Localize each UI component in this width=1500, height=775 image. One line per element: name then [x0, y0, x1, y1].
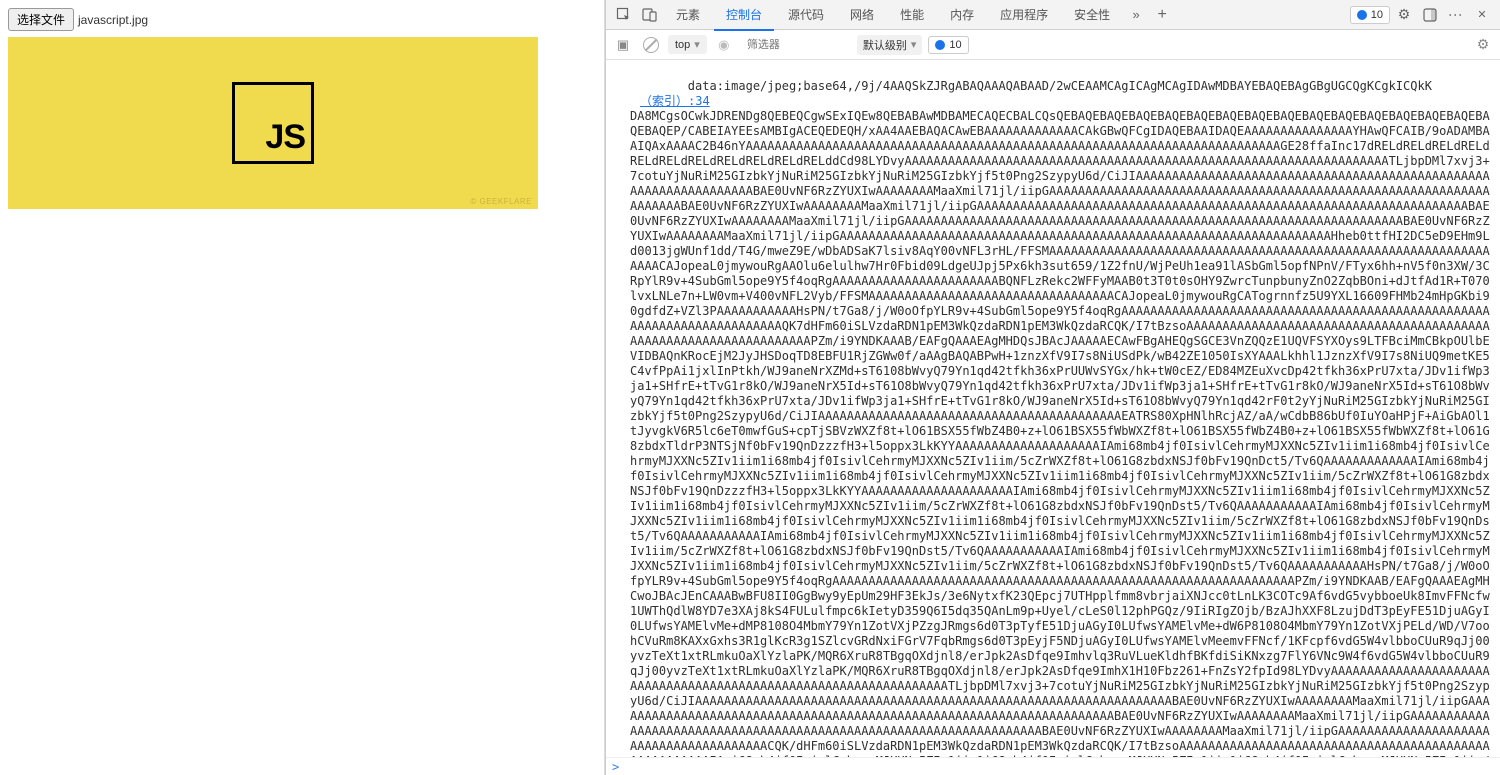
more-tabs-icon[interactable]: [1124, 3, 1148, 27]
close-devtools-icon[interactable]: [1470, 3, 1494, 27]
log-level-selector[interactable]: 默认级别: [857, 35, 923, 55]
log-text-body: DA8MCgsOCwkJDRENDg8QEBEQCgwSExIQEw8QEBAB…: [630, 109, 1490, 757]
filter-input[interactable]: [741, 36, 851, 54]
toggle-sidebar-icon[interactable]: [612, 34, 634, 56]
inspect-element-icon[interactable]: [612, 3, 636, 27]
log-level-label: 默认级别: [863, 37, 907, 53]
add-tab-icon[interactable]: [1150, 3, 1174, 27]
info-dot-icon: [1357, 10, 1367, 20]
info-dot-icon: [935, 40, 945, 50]
issues-badge[interactable]: 10: [1350, 6, 1390, 24]
tab-application[interactable]: 应用程序: [988, 0, 1060, 29]
page-content: 选择文件 javascript.jpg JS © GEEKFLARE: [0, 0, 605, 775]
console-settings-icon[interactable]: [1472, 34, 1494, 56]
log-text-head: data:image/jpeg;base64,/9j/4AAQSkZJRgABA…: [688, 79, 1432, 93]
js-logo-text: JS: [265, 118, 305, 157]
file-input-row: 选择文件 javascript.jpg: [8, 8, 596, 31]
settings-icon[interactable]: [1392, 3, 1416, 27]
console-toolbar: top 默认级别 10: [606, 30, 1500, 60]
choose-file-button[interactable]: 选择文件: [8, 8, 74, 31]
issues-count: 10: [1371, 9, 1383, 21]
devtools-tab-bar: 元素 控制台 源代码 网络 性能 内存 应用程序 安全性 10: [606, 0, 1500, 30]
tab-elements[interactable]: 元素: [664, 0, 712, 29]
chosen-file-name: javascript.jpg: [78, 13, 148, 27]
dock-side-icon[interactable]: [1418, 3, 1442, 27]
devtools-panel: 元素 控制台 源代码 网络 性能 内存 应用程序 安全性 10 top 默认级别: [605, 0, 1500, 775]
console-log-message: data:image/jpeg;base64,/9j/4AAQSkZJRgABA…: [630, 64, 1494, 757]
uploaded-image-preview: JS © GEEKFLARE: [8, 37, 538, 209]
execution-context-label: top: [675, 39, 690, 51]
tab-console[interactable]: 控制台: [714, 0, 774, 31]
tab-network[interactable]: 网络: [838, 0, 886, 29]
chevron-down-icon: [694, 38, 700, 51]
source-link[interactable]: （索引）:34: [640, 94, 710, 108]
issues-counter[interactable]: 10: [928, 36, 968, 54]
tab-memory[interactable]: 内存: [938, 0, 986, 29]
prompt-caret-icon: >: [612, 760, 619, 774]
console-log-row: data:image/jpeg;base64,/9j/4AAQSkZJRgABA…: [630, 64, 1494, 757]
tab-performance[interactable]: 性能: [888, 0, 936, 29]
clear-console-icon[interactable]: [640, 34, 662, 56]
js-logo-box: JS: [232, 82, 314, 164]
tab-sources[interactable]: 源代码: [776, 0, 836, 29]
device-toolbar-icon[interactable]: [638, 3, 662, 27]
execution-context-selector[interactable]: top: [668, 35, 707, 54]
image-watermark: © GEEKFLARE: [470, 197, 532, 206]
console-output[interactable]: data:image/jpeg;base64,/9j/4AAQSkZJRgABA…: [606, 60, 1500, 757]
more-options-icon[interactable]: [1444, 3, 1468, 27]
issues-count-value: 10: [949, 39, 961, 51]
chevron-down-icon: [911, 38, 917, 51]
console-input-prompt[interactable]: >: [606, 757, 1500, 775]
tab-security[interactable]: 安全性: [1062, 0, 1122, 29]
live-expression-icon[interactable]: [713, 34, 735, 56]
